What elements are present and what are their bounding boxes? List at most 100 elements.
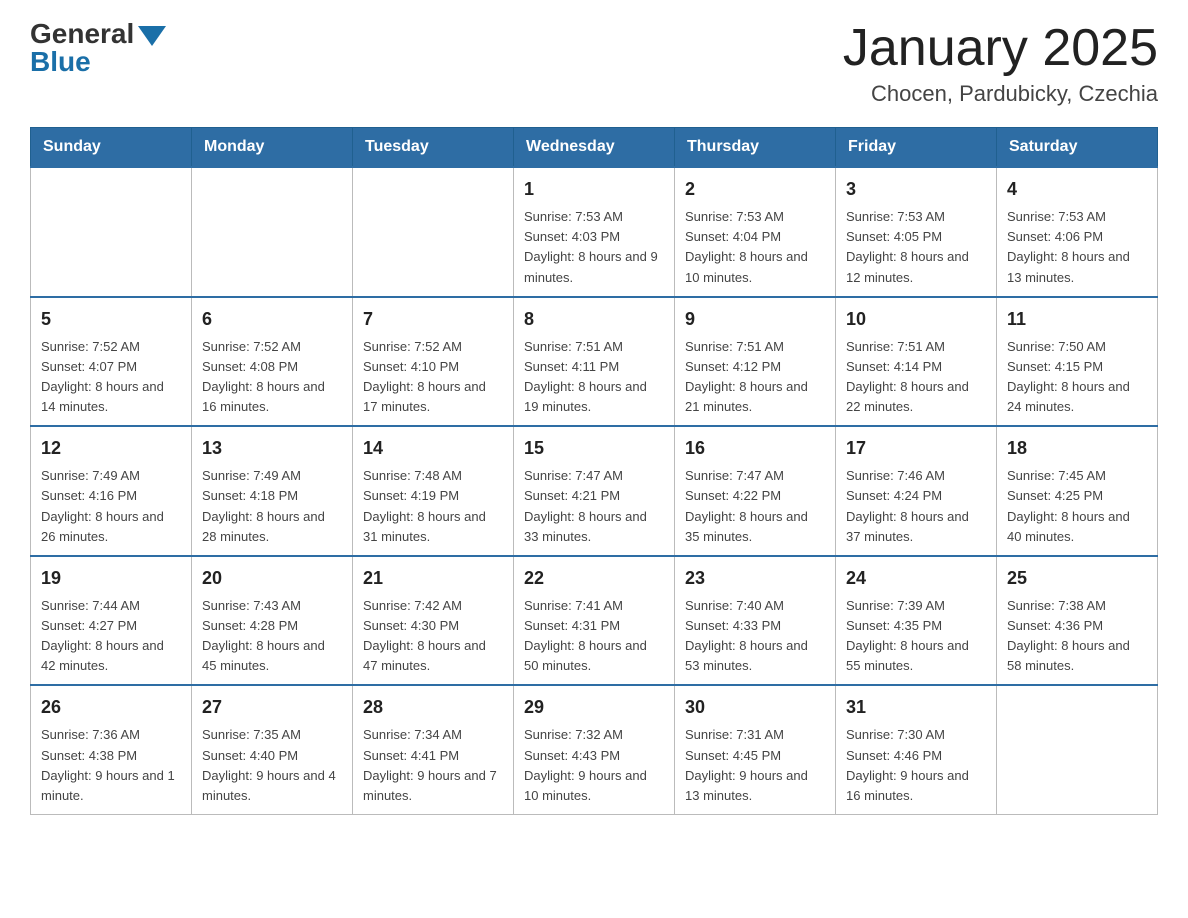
calendar-day-cell: 28 Sunrise: 7:34 AM Sunset: 4:41 PM Dayli… — [353, 685, 514, 814]
day-info: Sunrise: 7:52 AM Sunset: 4:10 PM Dayligh… — [363, 337, 503, 418]
calendar-week-row: 12 Sunrise: 7:49 AM Sunset: 4:16 PM Dayli… — [31, 426, 1158, 556]
calendar-day-cell: 27Sunrise: 7:35 AM Sunset: 4:40 PM Dayli… — [192, 685, 353, 814]
calendar-day-cell: 16Sunrise: 7:47 AM Sunset: 4:22 PM Dayli… — [675, 426, 836, 556]
day-number: 28 — [363, 694, 503, 721]
day-of-week-header: Wednesday — [514, 128, 675, 168]
day-info: Sunrise: 7:52 AM Sunset: 4:07 PM Dayligh… — [41, 337, 181, 418]
calendar-day-cell: 29Sunrise: 7:32 AM Sunset: 4:43 PM Dayli… — [514, 685, 675, 814]
day-number: 2 — [685, 176, 825, 203]
day-info: Sunrise: 7:53 AM Sunset: 4:04 PM Dayligh… — [685, 207, 825, 288]
calendar-day-cell: 6 Sunrise: 7:52 AM Sunset: 4:08 PM Daylig… — [192, 297, 353, 427]
calendar-day-cell: 24 Sunrise: 7:39 AM Sunset: 4:35 PM Dayli… — [836, 556, 997, 686]
day-info: Sunrise: 7:49 AM Sunset: 4:16 PM Dayligh… — [41, 466, 181, 547]
calendar-day-cell: 30Sunrise: 7:31 AM Sunset: 4:45 PM Dayli… — [675, 685, 836, 814]
calendar-body: 1Sunrise: 7:53 AM Sunset: 4:03 PM Daylig… — [31, 167, 1158, 814]
calendar-week-row: 19 Sunrise: 7:44 AM Sunset: 4:27 PM Dayli… — [31, 556, 1158, 686]
day-number: 7 — [363, 306, 503, 333]
calendar-day-cell: 20Sunrise: 7:43 AM Sunset: 4:28 PM Dayli… — [192, 556, 353, 686]
calendar-day-cell: 4Sunrise: 7:53 AM Sunset: 4:06 PM Daylig… — [997, 167, 1158, 297]
day-info: Sunrise: 7:49 AM Sunset: 4:18 PM Dayligh… — [202, 466, 342, 547]
day-number: 26 — [41, 694, 181, 721]
calendar-day-cell: 3 Sunrise: 7:53 AM Sunset: 4:05 PM Daylig… — [836, 167, 997, 297]
logo-blue: Blue — [30, 48, 134, 76]
calendar-day-cell: 5 Sunrise: 7:52 AM Sunset: 4:07 PM Daylig… — [31, 297, 192, 427]
calendar-day-cell: 9Sunrise: 7:51 AM Sunset: 4:12 PM Daylig… — [675, 297, 836, 427]
calendar-day-cell — [353, 167, 514, 297]
calendar-day-cell: 1Sunrise: 7:53 AM Sunset: 4:03 PM Daylig… — [514, 167, 675, 297]
calendar-day-cell: 18 Sunrise: 7:45 AM Sunset: 4:25 PM Dayli… — [997, 426, 1158, 556]
day-number: 31 — [846, 694, 986, 721]
main-title: January 2025 — [843, 20, 1158, 77]
day-info: Sunrise: 7:50 AM Sunset: 4:15 PM Dayligh… — [1007, 337, 1147, 418]
day-info: Sunrise: 7:34 AM Sunset: 4:41 PM Dayligh… — [363, 725, 503, 806]
day-info: Sunrise: 7:53 AM Sunset: 4:06 PM Dayligh… — [1007, 207, 1147, 288]
calendar-day-cell: 8 Sunrise: 7:51 AM Sunset: 4:11 PM Daylig… — [514, 297, 675, 427]
calendar-day-cell: 31 Sunrise: 7:30 AM Sunset: 4:46 PM Dayli… — [836, 685, 997, 814]
day-number: 6 — [202, 306, 342, 333]
subtitle: Chocen, Pardubicky, Czechia — [843, 81, 1158, 107]
day-info: Sunrise: 7:30 AM Sunset: 4:46 PM Dayligh… — [846, 725, 986, 806]
day-of-week-header: Tuesday — [353, 128, 514, 168]
day-number: 30 — [685, 694, 825, 721]
logo-text: General Blue — [30, 20, 134, 76]
day-info: Sunrise: 7:40 AM Sunset: 4:33 PM Dayligh… — [685, 596, 825, 677]
day-info: Sunrise: 7:51 AM Sunset: 4:11 PM Dayligh… — [524, 337, 664, 418]
day-number: 10 — [846, 306, 986, 333]
calendar-week-row: 5 Sunrise: 7:52 AM Sunset: 4:07 PM Daylig… — [31, 297, 1158, 427]
calendar-day-cell: 12 Sunrise: 7:49 AM Sunset: 4:16 PM Dayli… — [31, 426, 192, 556]
calendar-day-cell: 25Sunrise: 7:38 AM Sunset: 4:36 PM Dayli… — [997, 556, 1158, 686]
day-of-week-header: Monday — [192, 128, 353, 168]
day-number: 27 — [202, 694, 342, 721]
day-number: 3 — [846, 176, 986, 203]
day-info: Sunrise: 7:52 AM Sunset: 4:08 PM Dayligh… — [202, 337, 342, 418]
calendar-day-cell: 23 Sunrise: 7:40 AM Sunset: 4:33 PM Dayli… — [675, 556, 836, 686]
day-info: Sunrise: 7:39 AM Sunset: 4:35 PM Dayligh… — [846, 596, 986, 677]
logo: General Blue — [30, 20, 166, 76]
day-number: 1 — [524, 176, 664, 203]
day-number: 9 — [685, 306, 825, 333]
day-number: 12 — [41, 435, 181, 462]
title-section: January 2025 Chocen, Pardubicky, Czechia — [843, 20, 1158, 107]
day-number: 19 — [41, 565, 181, 592]
day-info: Sunrise: 7:41 AM Sunset: 4:31 PM Dayligh… — [524, 596, 664, 677]
calendar-day-cell: 14Sunrise: 7:48 AM Sunset: 4:19 PM Dayli… — [353, 426, 514, 556]
calendar-day-cell: 21 Sunrise: 7:42 AM Sunset: 4:30 PM Dayli… — [353, 556, 514, 686]
day-number: 21 — [363, 565, 503, 592]
calendar-day-cell: 10 Sunrise: 7:51 AM Sunset: 4:14 PM Dayli… — [836, 297, 997, 427]
day-number: 29 — [524, 694, 664, 721]
day-number: 5 — [41, 306, 181, 333]
day-info: Sunrise: 7:36 AM Sunset: 4:38 PM Dayligh… — [41, 725, 181, 806]
calendar-header: SundayMondayTuesdayWednesdayThursdayFrid… — [31, 128, 1158, 168]
day-info: Sunrise: 7:44 AM Sunset: 4:27 PM Dayligh… — [41, 596, 181, 677]
calendar-week-row: 1Sunrise: 7:53 AM Sunset: 4:03 PM Daylig… — [31, 167, 1158, 297]
day-number: 8 — [524, 306, 664, 333]
days-of-week-row: SundayMondayTuesdayWednesdayThursdayFrid… — [31, 128, 1158, 168]
day-number: 25 — [1007, 565, 1147, 592]
calendar-day-cell: 19 Sunrise: 7:44 AM Sunset: 4:27 PM Dayli… — [31, 556, 192, 686]
day-info: Sunrise: 7:45 AM Sunset: 4:25 PM Dayligh… — [1007, 466, 1147, 547]
day-of-week-header: Saturday — [997, 128, 1158, 168]
day-of-week-header: Friday — [836, 128, 997, 168]
day-number: 24 — [846, 565, 986, 592]
calendar-day-cell: 2 Sunrise: 7:53 AM Sunset: 4:04 PM Daylig… — [675, 167, 836, 297]
day-number: 22 — [524, 565, 664, 592]
day-info: Sunrise: 7:46 AM Sunset: 4:24 PM Dayligh… — [846, 466, 986, 547]
day-number: 23 — [685, 565, 825, 592]
day-number: 16 — [685, 435, 825, 462]
day-of-week-header: Sunday — [31, 128, 192, 168]
calendar-week-row: 26 Sunrise: 7:36 AM Sunset: 4:38 PM Dayli… — [31, 685, 1158, 814]
day-number: 17 — [846, 435, 986, 462]
day-number: 15 — [524, 435, 664, 462]
day-number: 18 — [1007, 435, 1147, 462]
calendar-day-cell: 26 Sunrise: 7:36 AM Sunset: 4:38 PM Dayli… — [31, 685, 192, 814]
day-info: Sunrise: 7:51 AM Sunset: 4:14 PM Dayligh… — [846, 337, 986, 418]
calendar-day-cell — [997, 685, 1158, 814]
day-info: Sunrise: 7:53 AM Sunset: 4:05 PM Dayligh… — [846, 207, 986, 288]
day-info: Sunrise: 7:47 AM Sunset: 4:21 PM Dayligh… — [524, 466, 664, 547]
logo-general: General — [30, 20, 134, 48]
calendar-day-cell: 17 Sunrise: 7:46 AM Sunset: 4:24 PM Dayli… — [836, 426, 997, 556]
day-info: Sunrise: 7:42 AM Sunset: 4:30 PM Dayligh… — [363, 596, 503, 677]
day-number: 20 — [202, 565, 342, 592]
calendar-day-cell: 22 Sunrise: 7:41 AM Sunset: 4:31 PM Dayli… — [514, 556, 675, 686]
day-number: 11 — [1007, 306, 1147, 333]
